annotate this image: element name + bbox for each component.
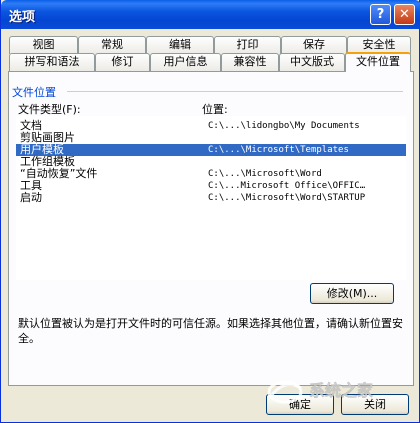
help-icon: ?: [376, 7, 385, 22]
watermark-text: 系统之家: [309, 381, 374, 400]
tab-user-info[interactable]: 用户信息: [150, 53, 221, 71]
list-item[interactable]: “自动恢复”文件 C:\...\Microsoft\Word: [16, 168, 406, 180]
location-header: 位置:: [202, 103, 228, 116]
file-locations-list[interactable]: 文档 C:\...\lidongbo\My Documents 剪贴画图片 用户…: [16, 116, 406, 280]
tab-spelling-grammar[interactable]: 拼写和语法: [9, 53, 95, 71]
options-dialog: 选项 ? ✕ 视图 常规 编辑 打印 保存 安全性 拼写和语法 修订 用户信息 …: [0, 0, 420, 423]
group-label: 文件位置: [12, 86, 56, 99]
group-divider: [67, 91, 403, 92]
list-item[interactable]: 工具 C:\...Microsoft Office\OFFIC…: [16, 180, 406, 192]
file-location: C:\...\Microsoft\Word: [208, 169, 322, 179]
tab-track-changes[interactable]: 修订: [95, 53, 150, 71]
tab-print[interactable]: 打印: [214, 36, 281, 54]
file-location: C:\...Microsoft Office\OFFIC…: [208, 181, 366, 191]
modify-button[interactable]: 修改(M)...: [310, 283, 394, 304]
close-icon: ✕: [399, 7, 410, 22]
file-location: C:\...\Microsoft\Word\STARTUP: [208, 193, 366, 203]
tab-row-2: 拼写和语法 修订 用户信息 兼容性 中文版式 文件位置: [9, 52, 413, 72]
tab-compatibility[interactable]: 兼容性: [221, 53, 279, 71]
help-button[interactable]: ?: [370, 4, 391, 25]
window-title: 选项: [9, 10, 36, 25]
list-item[interactable]: 启动 C:\...\Microsoft\Word\STARTUP: [16, 192, 406, 204]
file-location: C:\...\lidongbo\My Documents: [208, 121, 360, 131]
tab-edit[interactable]: 编辑: [146, 36, 214, 54]
file-location: C:\...\Microsoft\Templates: [208, 145, 349, 155]
tab-file-locations[interactable]: 文件位置: [345, 52, 411, 72]
file-type: 启动: [20, 191, 42, 204]
tab-general[interactable]: 常规: [78, 36, 146, 54]
tab-view[interactable]: 视图: [9, 36, 78, 54]
close-window-button[interactable]: ✕: [394, 4, 415, 25]
title-bar[interactable]: 选项 ? ✕: [1, 0, 420, 29]
list-item[interactable]: 剪贴画图片: [16, 132, 406, 144]
file-type-header: 文件类型(F):: [18, 103, 81, 116]
tab-chinese-layout[interactable]: 中文版式: [279, 53, 345, 71]
tab-save[interactable]: 保存: [281, 36, 347, 54]
trust-note: 默认位置被认为是打开文件时的可信任源。如果选择其他位置，请确认新位置安全。: [18, 317, 403, 345]
watermark-logo: 系统之家: [267, 380, 374, 404]
